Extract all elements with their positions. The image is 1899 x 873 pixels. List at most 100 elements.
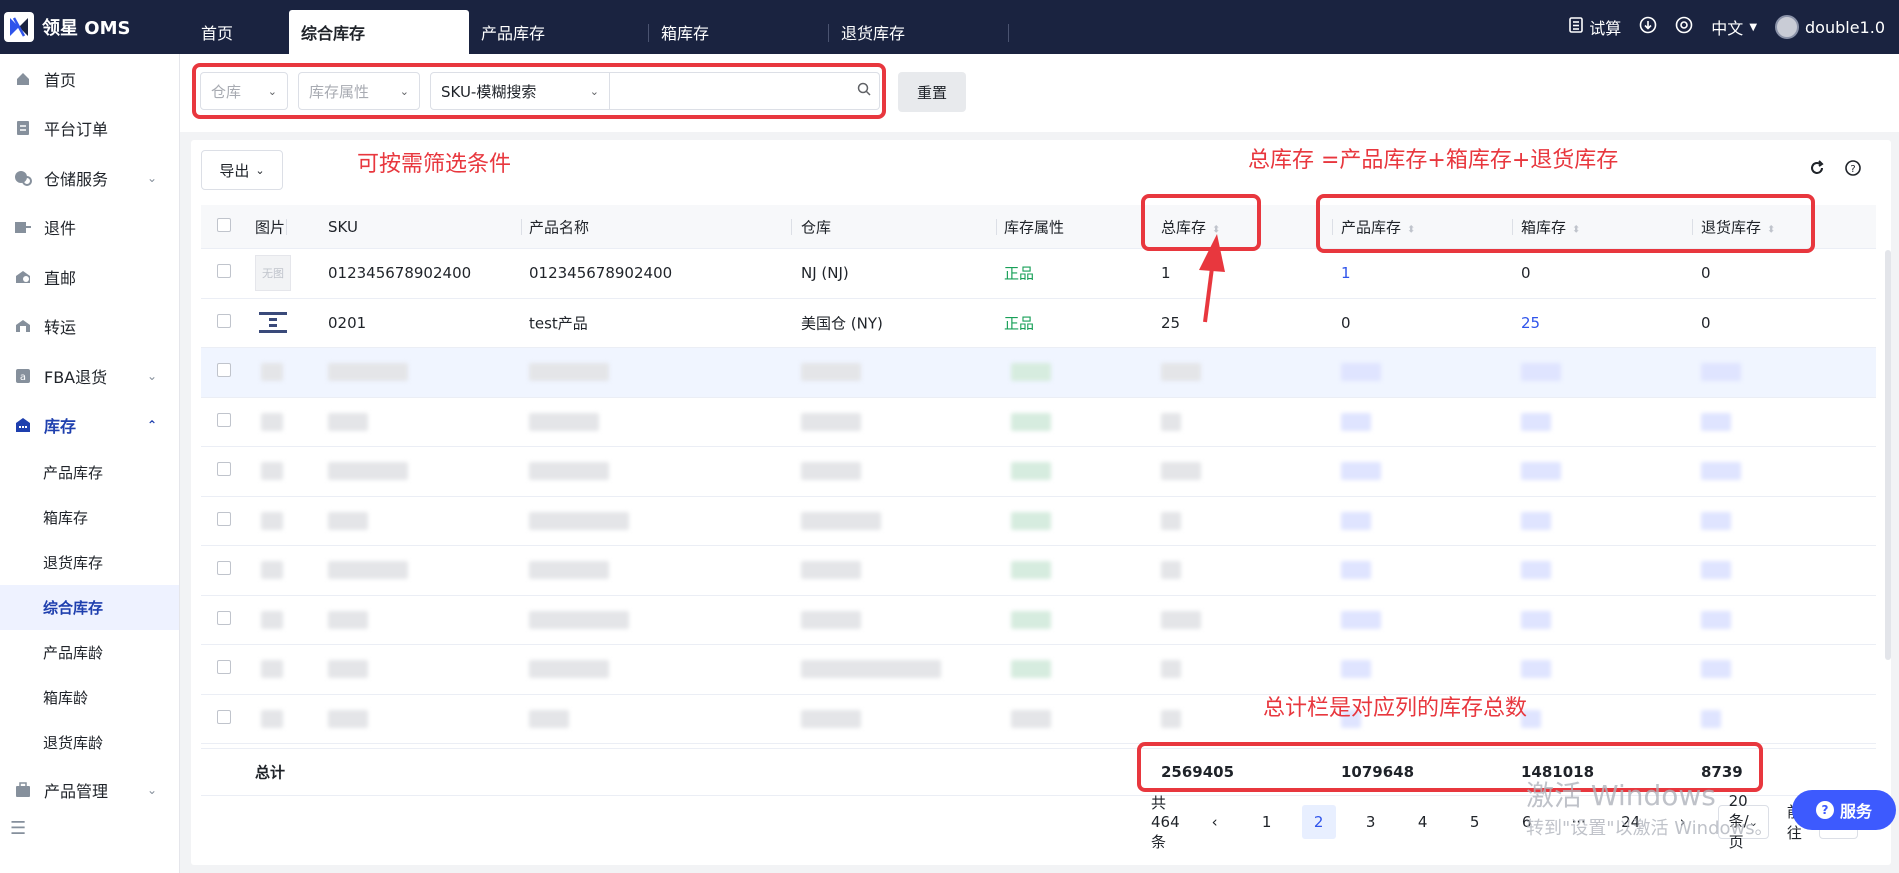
tab-home[interactable]: 首页 xyxy=(189,10,289,54)
redacted-cell xyxy=(1011,660,1051,679)
cell-attribute: 正品 xyxy=(1004,264,1035,283)
table-row[interactable] xyxy=(201,348,1876,398)
export-button[interactable]: 导出 ⌄ xyxy=(201,150,283,190)
sidebar-item-direct-mail[interactable]: 直邮 xyxy=(0,252,179,302)
sidebar-item-inventory[interactable]: 库存 ⌃ xyxy=(0,401,179,451)
row-checkbox[interactable] xyxy=(217,462,231,480)
table-row[interactable]: 无图 012345678902400 012345678902400 NJ (N… xyxy=(201,249,1876,299)
sidebar-subitem-comprehensive-inventory[interactable]: 综合库存 xyxy=(0,585,179,630)
export-label: 导出 xyxy=(219,161,250,180)
select-all-checkbox[interactable] xyxy=(217,217,231,236)
sidebar-item-home[interactable]: 首页 xyxy=(0,54,179,104)
tab-return-inventory[interactable]: 退货库存 xyxy=(829,10,1009,54)
row-checkbox[interactable] xyxy=(217,363,231,381)
table-row[interactable]: 0201 test产品 美国仓 (NY) 正品 25 0 25 0 xyxy=(201,299,1876,348)
cell-sku: 0201 xyxy=(328,313,367,332)
tab-label: 退货库存 xyxy=(841,24,906,43)
tab-product-inventory[interactable]: 产品库存 xyxy=(469,10,649,54)
product-icon xyxy=(14,781,32,799)
row-checkbox[interactable] xyxy=(217,412,231,431)
table-row[interactable] xyxy=(201,546,1876,596)
column-header-label: 箱库存 xyxy=(1521,218,1567,236)
tab-box-inventory[interactable]: 箱库存 xyxy=(649,10,829,54)
sidebar-item-platform-orders[interactable]: 平台订单 xyxy=(0,104,179,154)
collapse-sidebar-icon[interactable]: ☰ xyxy=(10,818,26,839)
sidebar: 首页 平台订单 仓储服务 ⌄ 退件 直邮 转运 a FBA退货 ⌄ 库存 ⌃ 产… xyxy=(0,54,180,873)
page-2[interactable]: 2 xyxy=(1301,805,1336,839)
language-dropdown[interactable]: 中文 ▼ xyxy=(1711,15,1757,39)
settings-icon[interactable] xyxy=(1675,16,1693,38)
redacted-cell xyxy=(1701,462,1741,481)
service-button[interactable]: ? 服务 xyxy=(1792,790,1896,830)
row-checkbox[interactable] xyxy=(217,313,231,332)
question-icon: ? xyxy=(1815,801,1834,819)
page-5[interactable]: 5 xyxy=(1458,805,1492,839)
tab-label: 综合库存 xyxy=(301,24,366,43)
download-icon[interactable] xyxy=(1639,16,1657,38)
table-row[interactable] xyxy=(201,497,1876,546)
inventory-table: 图片 SKU 产品名称 仓库 库存属性 总库存 ⬍ 产品库存 ⬍ 箱库存 ⬍ 退货库存… xyxy=(201,205,1876,796)
table-row[interactable] xyxy=(201,596,1876,645)
help-icon[interactable]: ? xyxy=(1845,160,1861,180)
sidebar-subitem-return-inventory[interactable]: 退货库存 xyxy=(0,540,179,585)
table-row[interactable] xyxy=(201,447,1876,497)
chevron-up-icon: ⌃ xyxy=(146,418,157,433)
annotation-filter-note: 可按需筛选条件 xyxy=(357,152,512,177)
row-checkbox[interactable] xyxy=(217,511,231,530)
inventory-attribute-select[interactable]: 库存属性 ⌄ xyxy=(298,72,420,110)
sidebar-subitem-box-inventory[interactable]: 箱库存 xyxy=(0,495,179,540)
page-4[interactable]: 4 xyxy=(1406,805,1440,839)
redacted-cell xyxy=(328,412,368,431)
refresh-icon[interactable] xyxy=(1809,160,1825,180)
column-header-box[interactable]: 箱库存 ⬍ xyxy=(1521,216,1580,237)
search-type-select[interactable]: SKU-模糊搜索 ⌄ xyxy=(430,72,610,110)
table-row[interactable] xyxy=(201,645,1876,695)
redacted-cell xyxy=(328,462,408,481)
user-menu[interactable]: double1.0 xyxy=(1775,15,1885,39)
brand[interactable]: 领星 OMS xyxy=(0,0,185,54)
row-checkbox[interactable] xyxy=(217,610,231,629)
prev-page-icon[interactable]: ‹ xyxy=(1198,805,1232,839)
trial-label: 试算 xyxy=(1589,19,1622,38)
sidebar-subitem-box-age[interactable]: 箱库龄 xyxy=(0,675,179,720)
sidebar-subitem-return-age[interactable]: 退货库龄 xyxy=(0,720,179,765)
table-row[interactable] xyxy=(201,398,1876,447)
sidebar-item-fba-returns[interactable]: a FBA退货 ⌄ xyxy=(0,351,179,401)
redacted-cell xyxy=(328,511,368,530)
sidebar-item-transfer[interactable]: 转运 xyxy=(0,302,179,352)
tab-label: 首页 xyxy=(201,24,234,43)
sidebar-item-returns[interactable]: 退件 xyxy=(0,203,179,253)
tab-comprehensive-inventory[interactable]: 综合库存 xyxy=(289,10,469,54)
column-header-returns[interactable]: 退货库存 ⬍ xyxy=(1701,216,1775,237)
reset-button[interactable]: 重置 xyxy=(898,72,966,112)
cell-product-link[interactable]: 1 xyxy=(1341,264,1351,282)
column-header-sku: SKU xyxy=(328,217,358,236)
row-checkbox[interactable] xyxy=(217,709,231,728)
trial-calc-button[interactable]: 试算 xyxy=(1569,15,1621,39)
redacted-cell xyxy=(1161,363,1201,382)
sidebar-subitem-product-age[interactable]: 产品库龄 xyxy=(0,630,179,675)
page-3[interactable]: 3 xyxy=(1354,805,1388,839)
column-header-product[interactable]: 产品库存 ⬍ xyxy=(1341,216,1415,237)
table-row[interactable] xyxy=(201,695,1876,744)
sidebar-subitem-product-inventory[interactable]: 产品库存 xyxy=(0,450,179,495)
row-checkbox[interactable] xyxy=(217,660,231,678)
column-divider xyxy=(521,219,522,235)
sidebar-item-product-management[interactable]: 产品管理 ⌄ xyxy=(0,765,179,815)
warehouse-select[interactable]: 仓库 ⌄ xyxy=(200,72,288,110)
redacted-cell xyxy=(1011,561,1051,580)
search-icon[interactable] xyxy=(857,82,871,100)
row-checkbox[interactable] xyxy=(217,264,231,282)
totals-label: 总计 xyxy=(255,763,286,782)
page-1[interactable]: 1 xyxy=(1250,805,1284,839)
vertical-scrollbar[interactable] xyxy=(1885,250,1891,660)
row-checkbox[interactable] xyxy=(217,561,231,579)
sidebar-item-warehouse-service[interactable]: 仓储服务 ⌄ xyxy=(0,153,179,203)
redacted-cell xyxy=(1701,511,1731,530)
total-count: 共464条 xyxy=(1151,794,1180,851)
cell-box-link[interactable]: 25 xyxy=(1521,314,1540,332)
calculator-icon xyxy=(1569,17,1584,37)
redacted-cell xyxy=(1341,660,1371,679)
search-input[interactable] xyxy=(610,72,880,110)
redacted-cell xyxy=(1341,610,1381,629)
